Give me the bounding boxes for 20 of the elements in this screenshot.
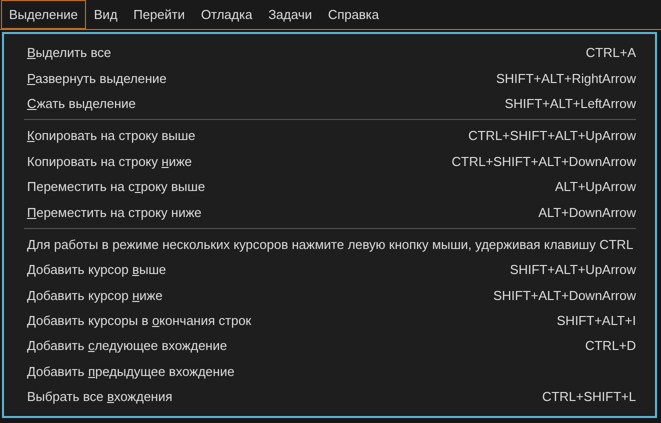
menu-item[interactable]: Добавить предыдущее вхождение xyxy=(24,358,636,384)
menu-item[interactable]: Добавить курсор ниже SHIFT+ALT+DownArrow xyxy=(24,282,636,308)
menu-bar-item[interactable]: Перейти xyxy=(125,0,193,29)
menu-item[interactable]: Переместить на строку выше ALT+UpArrow xyxy=(24,174,636,200)
menu-item[interactable]: Копировать на строку ниже CTRL+SHIFT+ALT+DownArrow xyxy=(24,148,636,174)
menu-bar-item[interactable]: Справка xyxy=(320,0,387,29)
menu-item[interactable]: Сжать выделение SHIFT+ALT+LeftArrow xyxy=(24,90,636,116)
menu-bar-item[interactable]: Вид xyxy=(86,0,126,29)
menu-bar-item[interactable]: Отладка xyxy=(192,0,260,29)
menu-item[interactable]: Для работы в режиме нескольких курсоров нажмите левую кнопку мыши, удерживая клавишу CTRL xyxy=(24,232,636,258)
menu-item[interactable]: Выбрать все вхождения CTRL+SHIFT+L xyxy=(24,384,636,410)
menu-bar-item[interactable]: Задачи xyxy=(260,0,320,29)
menu-item[interactable]: Добавить курсоры в окончания строк SHIFT+ALT+I xyxy=(24,308,636,334)
menu-item[interactable]: Добавить следующее вхождение CTRL+D xyxy=(24,333,636,359)
menu-item[interactable]: Копировать на строку выше CTRL+SHIFT+ALT+UpArrow xyxy=(24,123,636,149)
menu-item[interactable]: Добавить курсор выше SHIFT+ALT+UpArrow xyxy=(24,257,636,283)
menu-item[interactable]: Выделить все CTRL+A xyxy=(24,40,636,66)
menu-item[interactable]: Переместить на строку ниже ALT+DownArrow xyxy=(24,199,636,225)
menu-bar-item[interactable]: Выделение xyxy=(1,0,86,29)
menu-item[interactable]: Развернуть выделение SHIFT+ALT+RightArrow xyxy=(24,65,636,91)
